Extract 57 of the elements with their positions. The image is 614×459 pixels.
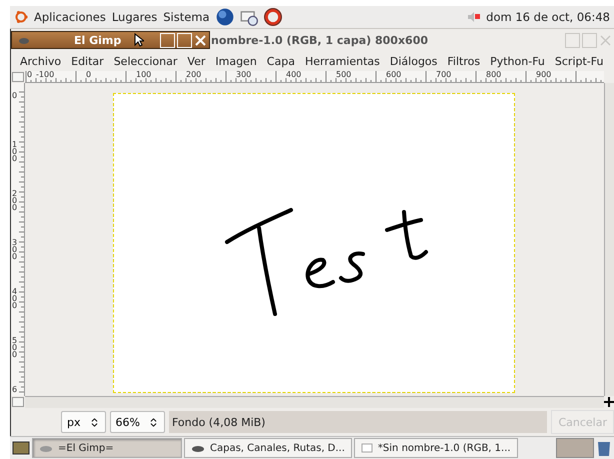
menu-item[interactable]: Herramientas — [300, 54, 385, 68]
menu-item[interactable]: Python-Fu — [485, 54, 550, 68]
ruler-label: -100 — [36, 71, 54, 79]
vertical-scrollbar[interactable] — [604, 83, 614, 396]
unit-select[interactable]: px — [61, 411, 106, 433]
quick-mask-button[interactable] — [12, 72, 24, 82]
layer-info: Fondo (4,08 MiB) — [168, 411, 548, 433]
window-title: El Gimp — [74, 34, 122, 46]
horizontal-scrollbar[interactable] — [25, 396, 604, 408]
ruler-label: 6 — [12, 386, 18, 393]
ruler-label: 400 — [286, 71, 302, 79]
panel-menu[interactable]: Lugares — [112, 10, 158, 24]
ruler-label: 500 — [12, 337, 18, 358]
navigate-button[interactable] — [12, 397, 24, 407]
taskbar-button[interactable]: =El Gimp= — [32, 438, 182, 458]
window-title: nombre-1.0 (RGB, 1 capa) 800x600 — [211, 34, 430, 46]
show-desktop-icon[interactable] — [12, 440, 30, 456]
lifebuoy-icon[interactable] — [264, 8, 282, 26]
ruler-label: 300 — [236, 71, 252, 79]
ruler-label: 0 — [86, 71, 92, 79]
menu-item[interactable]: Imagen — [210, 54, 262, 68]
menu-item[interactable]: Seleccionar — [108, 54, 182, 68]
logo-icon[interactable] — [14, 10, 28, 24]
zoom-select[interactable]: 66% — [110, 411, 165, 433]
menu-item[interactable]: Diálogos — [384, 54, 442, 68]
taskbar-button[interactable]: Capas, Canales, Rutas, D... — [184, 438, 352, 458]
image-icon — [360, 443, 373, 453]
cursor-icon — [134, 33, 144, 47]
taskbar-button[interactable]: *Sin nombre-1.0 (RGB, 1... — [354, 438, 518, 458]
ruler-label: 500 — [336, 71, 352, 79]
ruler-label: 200 — [12, 190, 18, 211]
ruler-label: 300 — [12, 239, 18, 260]
move-icon[interactable] — [604, 396, 614, 408]
ruler-label: 900 — [536, 71, 552, 79]
menu-item[interactable]: Editar — [66, 54, 109, 68]
globe-icon[interactable] — [216, 8, 234, 26]
ruler-label: 600 — [386, 71, 402, 79]
menu-item[interactable]: Filtros — [442, 54, 486, 68]
menu-item[interactable]: Archivo — [15, 54, 66, 68]
mail-icon[interactable] — [240, 8, 258, 26]
panel-menu[interactable]: Sistema — [163, 10, 210, 24]
ruler-label: 0 — [12, 92, 18, 99]
menu-item[interactable]: Script-Fu — [550, 54, 608, 68]
menu-item[interactable]: Ver — [182, 54, 210, 68]
ruler-label: 100 — [12, 141, 18, 162]
ruler-label: 100 — [136, 71, 152, 79]
panel-menu[interactable]: Aplicaciones — [34, 10, 106, 24]
speaker-icon[interactable] — [466, 10, 480, 24]
ruler-label: 200 — [186, 71, 202, 79]
clock[interactable]: dom 16 de oct, 06:48 — [486, 10, 610, 24]
ruler-label: 700 — [436, 71, 452, 79]
ruler-label: 0 — [27, 71, 32, 79]
ruler-label: 400 — [12, 288, 18, 309]
menu-item[interactable]: Capa — [262, 54, 300, 68]
trash-icon[interactable] — [596, 439, 612, 457]
ruler-label: 800 — [486, 71, 502, 79]
workspace-switcher[interactable] — [556, 438, 594, 458]
